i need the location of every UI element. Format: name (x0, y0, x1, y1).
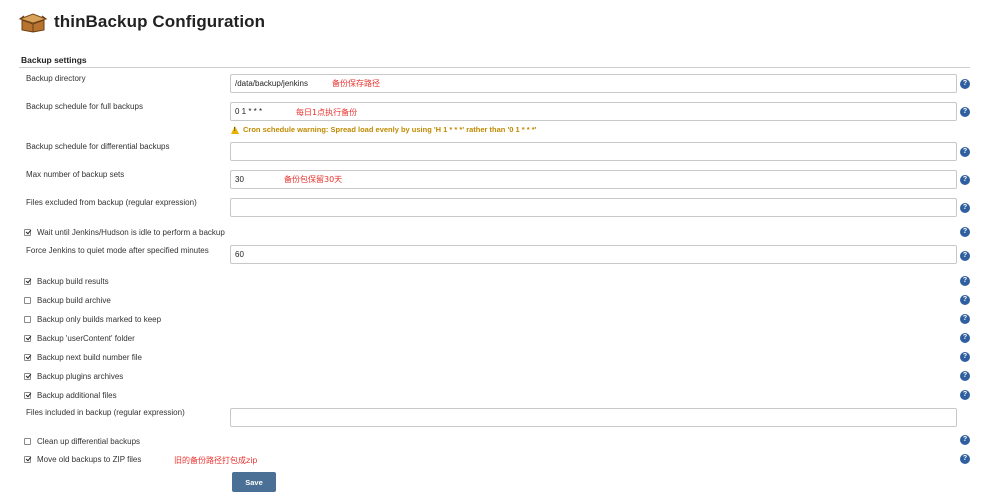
checkbox[interactable] (24, 353, 31, 361)
section-title: Backup settings (21, 55, 87, 65)
help-icon[interactable]: ? (960, 314, 970, 324)
help-icon[interactable]: ? (960, 435, 970, 445)
quiet-mode-label: Force Jenkins to quiet mode after specif… (26, 246, 209, 255)
max-sets-annotation: 备份包保留30天 (284, 175, 343, 184)
checkbox[interactable] (24, 228, 31, 236)
backup-build-archive-checkbox[interactable]: Backup build archive (24, 294, 111, 306)
checkbox[interactable] (24, 277, 31, 285)
section-divider (19, 67, 970, 68)
checkbox[interactable] (24, 296, 31, 304)
help-icon[interactable]: ? (960, 390, 970, 400)
help-icon[interactable]: ? (960, 79, 970, 89)
checkbox[interactable] (24, 334, 31, 342)
help-icon[interactable]: ? (960, 454, 970, 464)
cron-warning: Cron schedule warning: Spread load evenl… (231, 125, 536, 134)
help-icon[interactable]: ? (960, 333, 970, 343)
checkbox[interactable] (24, 391, 31, 399)
full-schedule-label: Backup schedule for full backups (26, 102, 143, 111)
move-to-zip-annotation: 旧的备份路径打包成zip (174, 456, 258, 465)
checkbox[interactable] (24, 315, 31, 323)
backup-directory-label: Backup directory (26, 74, 86, 83)
wait-idle-checkbox[interactable]: Wait until Jenkins/Hudson is idle to per… (24, 226, 225, 238)
backup-plugins-archives-checkbox[interactable]: Backup plugins archives (24, 370, 123, 382)
checkbox[interactable] (24, 455, 31, 463)
help-icon[interactable]: ? (960, 227, 970, 237)
checkbox[interactable] (24, 372, 31, 380)
included-input[interactable] (230, 408, 957, 427)
help-icon[interactable]: ? (960, 175, 970, 185)
help-icon[interactable]: ? (960, 203, 970, 213)
help-icon[interactable]: ? (960, 276, 970, 286)
backup-additional-files-checkbox[interactable]: Backup additional files (24, 389, 117, 401)
backup-builds-keep-checkbox[interactable]: Backup only builds marked to keep (24, 313, 161, 325)
help-icon[interactable]: ? (960, 352, 970, 362)
diff-schedule-input[interactable] (230, 142, 957, 161)
page-header: thinBackup Configuration (18, 8, 265, 36)
help-icon[interactable]: ? (960, 251, 970, 261)
diff-schedule-label: Backup schedule for differential backups (26, 142, 170, 151)
help-icon[interactable]: ? (960, 147, 970, 157)
max-sets-label: Max number of backup sets (26, 170, 125, 179)
full-schedule-annotation: 每日1点执行备份 (296, 108, 358, 117)
help-icon[interactable]: ? (960, 371, 970, 381)
backup-next-build-number-checkbox[interactable]: Backup next build number file (24, 351, 142, 363)
help-icon[interactable]: ? (960, 295, 970, 305)
included-label: Files included in backup (regular expres… (26, 408, 185, 417)
page-title: thinBackup Configuration (54, 12, 266, 31)
clean-up-diff-checkbox[interactable]: Clean up differential backups (24, 435, 140, 447)
backup-directory-annotation: 备份保存路径 (332, 79, 380, 88)
warning-icon (231, 125, 239, 134)
quiet-mode-input[interactable]: 60 (230, 245, 957, 264)
backup-usercontent-checkbox[interactable]: Backup 'userContent' folder (24, 332, 135, 344)
backup-build-results-checkbox[interactable]: Backup build results (24, 275, 109, 287)
checkbox[interactable] (24, 437, 31, 445)
move-to-zip-checkbox[interactable]: Move old backups to ZIP files (24, 453, 141, 465)
excluded-label: Files excluded from backup (regular expr… (26, 198, 197, 207)
save-button[interactable]: Save (232, 472, 276, 492)
thinbackup-box-icon (18, 13, 48, 33)
excluded-input[interactable] (230, 198, 957, 217)
help-icon[interactable]: ? (960, 107, 970, 117)
cron-warning-text: Cron schedule warning: Spread load evenl… (243, 125, 537, 134)
